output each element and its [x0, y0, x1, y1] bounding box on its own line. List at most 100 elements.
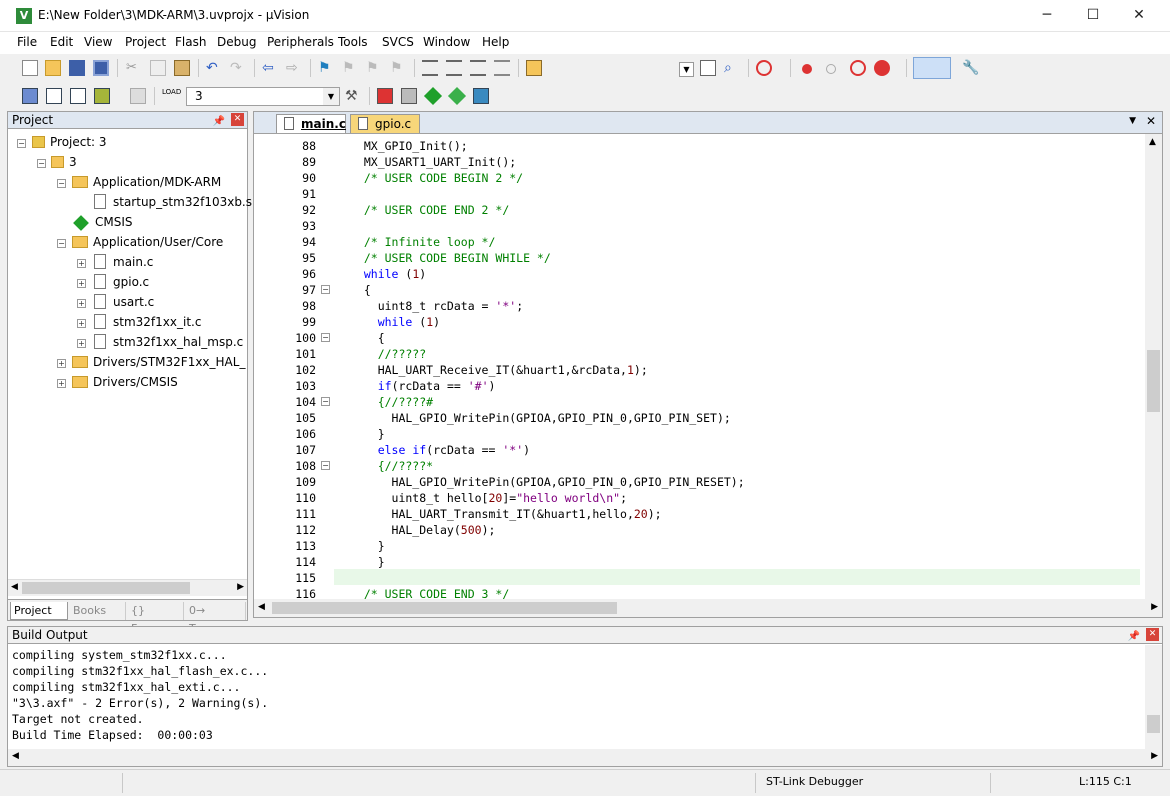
code-line[interactable]: HAL_GPIO_WritePin(GPIOA,GPIO_PIN_0,GPIO_… — [350, 410, 731, 426]
chevron-down-icon[interactable]: ▼ — [679, 62, 694, 77]
fold-toggle[interactable]: − — [321, 333, 330, 342]
find-icon[interactable] — [700, 60, 716, 76]
tree-file-main[interactable]: main.c — [94, 253, 153, 271]
menu-tools[interactable]: Tools — [338, 35, 368, 49]
code-line[interactable]: while (1) — [350, 266, 426, 282]
close-icon[interactable]: ✕ — [1146, 114, 1156, 128]
collapse-toggle[interactable]: − — [57, 239, 66, 248]
prev-bookmark-icon[interactable]: ⚑ — [342, 60, 358, 76]
scroll-right-icon[interactable]: ▶ — [1151, 602, 1158, 612]
menu-window[interactable]: Window — [423, 35, 470, 49]
tab-books[interactable]: Books — [70, 602, 126, 620]
tree-group-mdk-arm[interactable]: Application/MDK-ARM — [72, 173, 221, 191]
collapse-toggle[interactable]: − — [57, 179, 66, 188]
code-line[interactable]: {//????* — [350, 458, 433, 474]
undo-icon[interactable]: ↶ — [206, 60, 222, 76]
run-time-environment-icon[interactable] — [423, 86, 443, 106]
scroll-left-icon[interactable]: ◀ — [12, 751, 19, 761]
kill-breakpoints-icon[interactable] — [874, 60, 890, 76]
save-icon[interactable] — [69, 60, 85, 76]
code-line[interactable]: { — [350, 330, 385, 346]
code-line[interactable]: { — [350, 282, 371, 298]
manage-components-icon[interactable] — [377, 88, 393, 104]
tree-group-drivers-cmsis[interactable]: Drivers/CMSIS — [72, 373, 178, 391]
bookmark-icon[interactable]: ⚑ — [318, 60, 334, 76]
navigate-back-icon[interactable]: ⇦ — [262, 60, 278, 76]
start-debug-icon[interactable] — [756, 60, 772, 76]
menu-file[interactable]: File — [17, 35, 37, 49]
file-extensions-icon[interactable] — [401, 88, 417, 104]
build-vscrollbar[interactable] — [1145, 645, 1162, 749]
menu-help[interactable]: Help — [482, 35, 509, 49]
scroll-up-icon[interactable]: ▲ — [1149, 137, 1156, 147]
build-icon[interactable] — [46, 88, 62, 104]
expand-toggle[interactable]: + — [77, 339, 86, 348]
find-in-files-icon[interactable] — [526, 60, 542, 76]
tree-file-msp[interactable]: stm32f1xx_hal_msp.c — [94, 333, 243, 351]
expand-toggle[interactable]: + — [57, 379, 66, 388]
fold-toggle[interactable]: − — [321, 285, 330, 294]
code-line[interactable]: } — [350, 538, 385, 554]
enable-breakpoint-icon[interactable] — [826, 64, 836, 74]
disable-breakpoints-icon[interactable] — [850, 60, 866, 76]
tree-target[interactable]: 3 — [51, 153, 77, 171]
expand-toggle[interactable]: + — [77, 259, 86, 268]
tree-file-gpio[interactable]: gpio.c — [94, 273, 149, 291]
code-line[interactable]: /* USER CODE BEGIN WHILE */ — [350, 250, 551, 266]
menu-view[interactable]: View — [84, 35, 112, 49]
code-line[interactable]: uint8_t hello[20]="hello world\n"; — [350, 490, 627, 506]
code-line[interactable]: HAL_UART_Receive_IT(&huart1,&rcData,1); — [350, 362, 648, 378]
code-line[interactable]: else if(rcData == '*') — [350, 442, 530, 458]
collapse-toggle[interactable]: − — [17, 139, 26, 148]
uncomment-icon[interactable] — [494, 60, 510, 76]
navigate-forward-icon[interactable]: ⇨ — [286, 60, 302, 76]
fold-toggle[interactable]: − — [321, 461, 330, 470]
editor-vscrollbar[interactable]: ▲ — [1145, 134, 1162, 599]
target-options-icon[interactable]: ⚒ — [345, 88, 361, 104]
menu-debug[interactable]: Debug — [217, 35, 256, 49]
translate-icon[interactable] — [22, 88, 38, 104]
code-line[interactable]: if(rcData == '#') — [350, 378, 496, 394]
menu-flash[interactable]: Flash — [175, 35, 206, 49]
expand-toggle[interactable]: + — [57, 359, 66, 368]
scroll-thumb[interactable] — [1147, 350, 1160, 412]
new-file-icon[interactable] — [22, 60, 38, 76]
menu-project[interactable]: Project — [125, 35, 166, 49]
close-button[interactable]: ✕ — [1116, 0, 1162, 30]
scroll-left-icon[interactable]: ◀ — [258, 602, 265, 612]
scroll-thumb[interactable] — [22, 582, 190, 594]
clear-bookmarks-icon[interactable]: ⚑ — [390, 60, 406, 76]
code-line[interactable]: /* USER CODE BEGIN 2 */ — [350, 170, 523, 186]
build-hscrollbar[interactable]: ◀ ▶ — [8, 749, 1162, 766]
minimize-button[interactable]: ─ — [1024, 0, 1070, 30]
tab-project[interactable]: Project — [10, 602, 68, 620]
scroll-thumb[interactable] — [272, 602, 617, 614]
unindent-icon[interactable] — [446, 60, 462, 76]
expand-toggle[interactable]: + — [77, 319, 86, 328]
menu-svcs[interactable]: SVCS — [382, 35, 414, 49]
open-folder-icon[interactable] — [45, 60, 61, 76]
code-line[interactable]: /* USER CODE END 2 */ — [350, 202, 509, 218]
close-panel-button[interactable]: ✕ — [1146, 628, 1159, 641]
code-line[interactable]: {//????# — [350, 394, 433, 410]
tree-file-usart[interactable]: usart.c — [94, 293, 154, 311]
incremental-find-icon[interactable]: ⌕ — [724, 60, 740, 76]
fold-toggle[interactable]: − — [321, 397, 330, 406]
scroll-right-icon[interactable]: ▶ — [237, 582, 244, 592]
download-icon[interactable]: LOAD — [162, 88, 181, 104]
chevron-down-icon[interactable]: ▼ — [1129, 116, 1136, 126]
tree-project-root[interactable]: Project: 3 — [32, 133, 107, 151]
pin-icon[interactable]: 📌 — [1128, 629, 1140, 645]
scroll-thumb[interactable] — [1147, 715, 1160, 733]
code-line[interactable]: HAL_GPIO_WritePin(GPIOA,GPIO_PIN_0,GPIO_… — [350, 474, 745, 490]
target-select[interactable]: 3 — [186, 87, 340, 106]
code-line[interactable]: } — [350, 554, 385, 570]
code-line[interactable]: /* Infinite loop */ — [350, 234, 496, 250]
rebuild-icon[interactable] — [70, 88, 86, 104]
editor-hscrollbar[interactable]: ◀ ▶ — [254, 599, 1162, 617]
code-line[interactable]: MX_GPIO_Init(); — [350, 138, 468, 154]
tab-functions[interactable]: {} Func... — [128, 602, 184, 635]
code-line[interactable]: //????? — [350, 346, 426, 362]
project-hscrollbar[interactable]: ◀ ▶ — [8, 579, 247, 596]
pack-installer-icon[interactable] — [473, 88, 489, 104]
